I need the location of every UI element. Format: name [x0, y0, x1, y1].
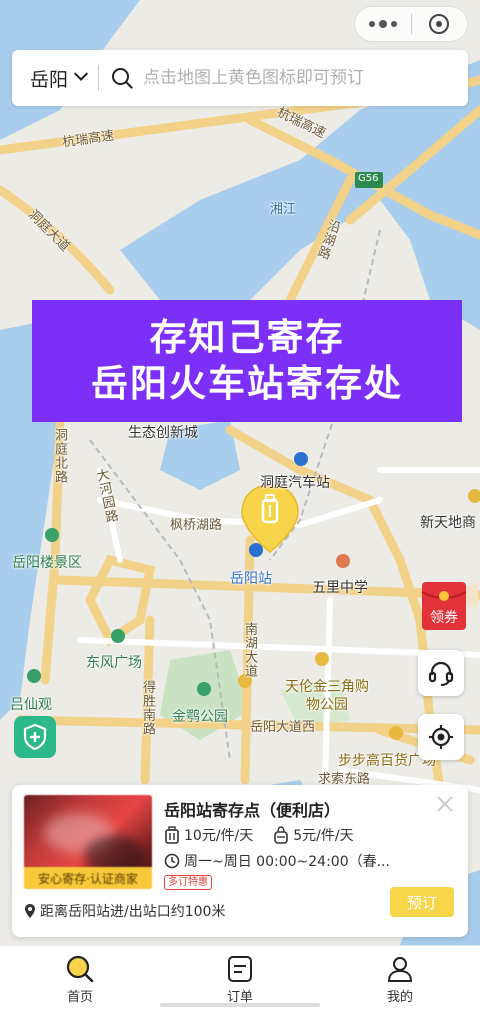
store-name: 岳阳站寄存点（便利店） [164, 801, 341, 820]
search-input[interactable] [143, 68, 444, 88]
city-selector[interactable]: 岳阳 [12, 65, 98, 92]
hours-row: 周一~周日 00:00~24:00（春... [164, 851, 390, 871]
price-row: 10元/件/天 5元/件/天 [164, 825, 374, 845]
tab-home-label: 首页 [66, 990, 93, 1005]
target-circle-icon[interactable] [412, 7, 468, 41]
safety-shield-button[interactable] [14, 716, 56, 758]
luggage-large-icon [165, 826, 179, 844]
headset-icon [428, 661, 454, 686]
mini-program-capsule [354, 6, 468, 42]
poi-label: 金鹗公园 [172, 709, 228, 725]
city-name: 岳阳 [30, 68, 69, 91]
customer-service-button[interactable] [418, 650, 464, 696]
tab-profile-label: 我的 [386, 990, 413, 1005]
poi-label: 五里中学 [312, 580, 368, 596]
poi-label: 洞庭汽车站 [260, 475, 330, 491]
search-icon [66, 955, 94, 983]
road-label: 洞庭北路 [52, 428, 67, 484]
location-pin-icon [25, 904, 35, 918]
banner-line-1: 存知己寄存 [149, 316, 345, 359]
order-icon [228, 956, 252, 982]
store-card[interactable]: 安心寄存·认证商家 岳阳站寄存点（便利店） 10元/件/天 5元/件/天 周一~… [12, 785, 468, 937]
bag-small-icon [274, 826, 289, 844]
locate-icon [429, 725, 453, 749]
road-label: 南湖大道 [242, 622, 257, 678]
tab-bar: 首页 订单 我的 [0, 945, 480, 1009]
tab-orders[interactable]: 订单 [160, 946, 320, 1009]
more-dots-icon[interactable] [355, 7, 411, 41]
search-divider [98, 65, 100, 91]
road-label: 得胜南路 [140, 680, 155, 736]
station-label: 岳阳站 [230, 571, 272, 587]
user-icon [387, 957, 413, 982]
clock-icon [164, 853, 180, 869]
price-small: 5元/件/天 [293, 828, 354, 844]
poi-label: 岳阳楼景区 [12, 555, 82, 571]
highway-shield: G56 [358, 173, 379, 184]
coupon-label: 领券 [430, 610, 458, 626]
banner-line-2: 岳阳火车站寄存处 [91, 362, 403, 405]
opening-hours: 周一~周日 00:00~24:00（春... [184, 854, 390, 870]
search-bar: 岳阳 [12, 50, 468, 106]
poi-label: 新天地商 [420, 515, 476, 531]
search-icon [112, 68, 133, 89]
tab-profile[interactable]: 我的 [320, 946, 480, 1009]
certified-badge: 安心寄存·认证商家 [24, 867, 152, 889]
poi-label: 吕仙观 [10, 697, 52, 713]
shield-plus-icon [23, 723, 47, 751]
distance-text: 距离岳阳站进/出站口约100米 [40, 904, 226, 920]
locate-button[interactable] [418, 714, 464, 760]
store-photo: 安心寄存·认证商家 [24, 795, 152, 889]
poi-label: 东风广场 [86, 655, 142, 671]
discount-tag: 多订特惠 [164, 875, 212, 890]
poi-label: 天伦金三角购物公园 [285, 679, 369, 713]
home-indicator [160, 1003, 320, 1007]
close-icon[interactable] [434, 793, 456, 815]
tab-home[interactable]: 首页 [0, 946, 160, 1009]
book-button[interactable]: 预订 [390, 887, 454, 917]
poi-label: 生态创新城 [128, 425, 198, 441]
road-label: 岳阳大道西 [250, 720, 316, 735]
road-label: 枫桥湖路 [170, 518, 223, 533]
chevron-down-icon [73, 66, 89, 81]
coupon-icon[interactable]: 领券 [420, 578, 480, 632]
distance-row: 距离岳阳站进/出站口约100米 [24, 901, 225, 921]
promo-banner: 存知己寄存 岳阳火车站寄存处 [32, 300, 462, 422]
river-label: 湘江 [270, 202, 297, 217]
price-large: 10元/件/天 [184, 828, 254, 844]
